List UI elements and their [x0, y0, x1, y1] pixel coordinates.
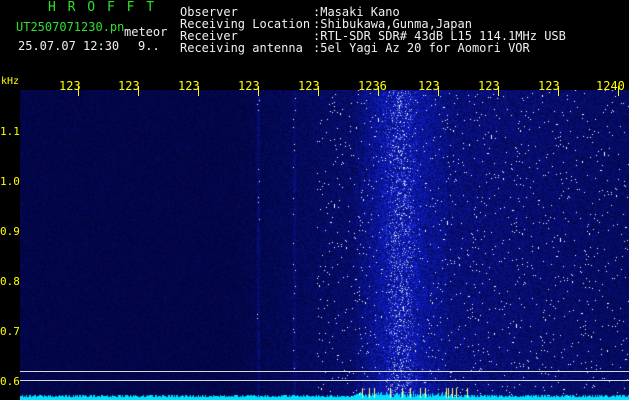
- x-tick-mark: [498, 86, 499, 96]
- x-tick-label: 123: [178, 79, 200, 93]
- x-tick-label: 123: [238, 79, 260, 93]
- x-tick-mark: [558, 86, 559, 96]
- file-name: UT2507071230.pn: [16, 20, 125, 34]
- y-tick-label: 0.6: [0, 375, 20, 388]
- y-tick-label: 0.9: [0, 225, 20, 238]
- reference-line-upper: [20, 371, 629, 372]
- app-logo: H R O F F T: [48, 0, 157, 15]
- mode-label: meteor: [124, 25, 168, 39]
- x-tick-mark: [258, 86, 259, 96]
- x-tick-mark: [618, 86, 619, 96]
- spectrogram-canvas: [20, 90, 629, 400]
- y-tick-label: 1.0: [0, 175, 20, 188]
- x-tick-mark: [78, 86, 79, 96]
- x-tick-label: 123: [418, 79, 440, 93]
- y-tick-label: 0.7: [0, 325, 20, 338]
- y-tick-label: 0.8: [0, 275, 20, 288]
- y-tick-label: 1.1: [0, 125, 20, 138]
- axis-unit-label: kHz: [1, 76, 20, 87]
- antenna-value: :5el Yagi Az 20 for Aomori VOR: [313, 41, 530, 55]
- x-tick-mark: [198, 86, 199, 96]
- x-tick-label: 1240: [596, 79, 625, 93]
- antenna-label: Receiving antenna: [180, 41, 303, 55]
- x-tick-mark: [318, 86, 319, 96]
- x-tick-label: 123: [478, 79, 500, 93]
- x-tick-label: 123: [118, 79, 140, 93]
- x-tick-mark: [438, 86, 439, 96]
- x-tick-mark: [378, 86, 379, 96]
- header-panel: H R O F F T UT2507071230.pn meteor 25.07…: [0, 0, 629, 78]
- x-tick-label: 123: [298, 79, 320, 93]
- reference-line-lower: [20, 380, 629, 381]
- x-tick-label: 1236: [358, 79, 387, 93]
- x-tick-label: 123: [538, 79, 560, 93]
- date-time: 25.07.07 12:30: [18, 39, 120, 53]
- echo-count: 9..: [138, 39, 160, 53]
- x-tick-mark: [138, 86, 139, 96]
